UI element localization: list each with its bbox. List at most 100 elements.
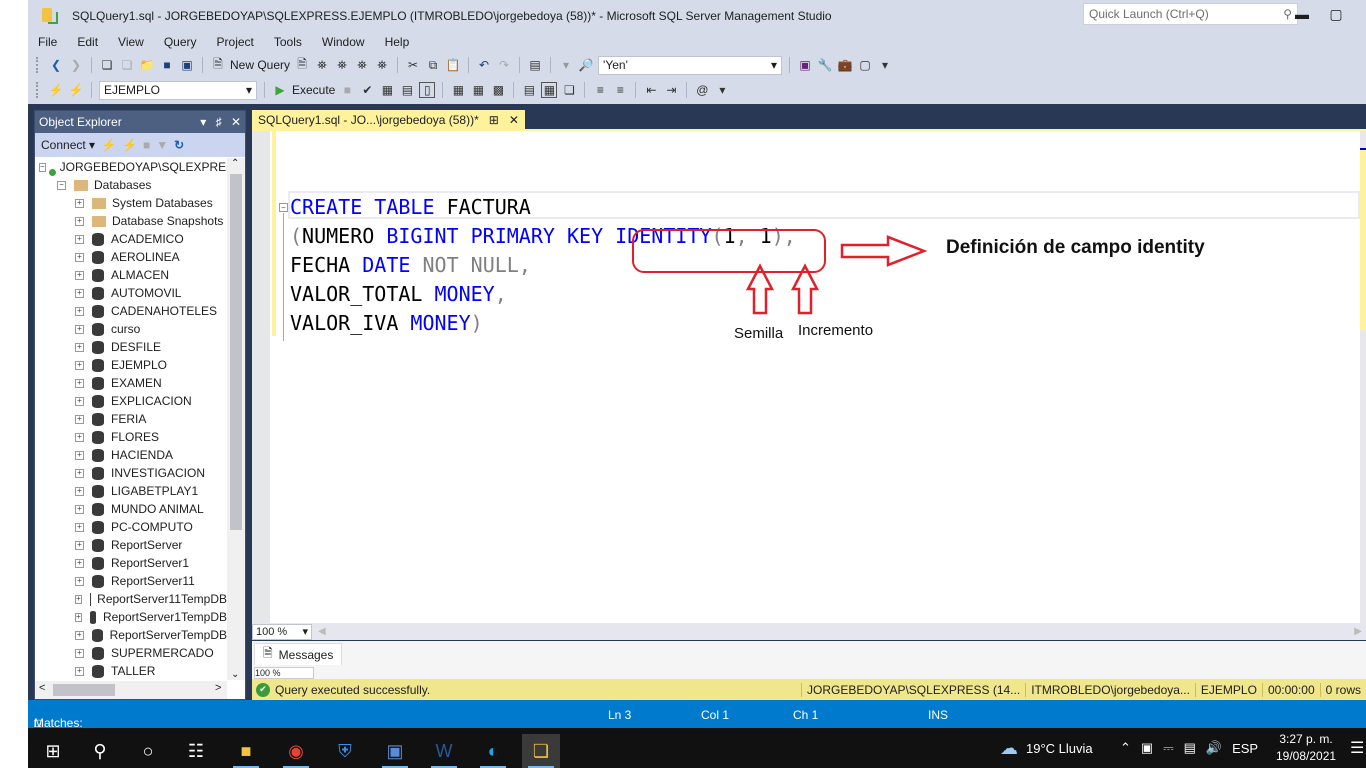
tree-node-database[interactable]: + HACIENDA (35, 446, 227, 464)
language-indicator[interactable]: ESP (1232, 741, 1258, 756)
menu-edit[interactable]: Edit (67, 35, 108, 49)
menu-project[interactable]: Project (207, 35, 264, 49)
tree-node-database[interactable]: + MUNDO ANIMAL (35, 500, 227, 518)
tab-sqlquery1[interactable]: SQLQuery1.sql - JO...\jorgebedoya (58))*… (252, 110, 525, 129)
tree-node-database[interactable]: + INVESTIGACION (35, 464, 227, 482)
tree-node-database[interactable]: + FERIA (35, 410, 227, 428)
expand-icon[interactable]: + (75, 648, 84, 658)
expand-icon[interactable]: + (75, 234, 84, 244)
stop-icon[interactable]: ■ (143, 138, 150, 152)
cortana-button[interactable]: ○ (129, 734, 167, 768)
search-button[interactable]: ⚲ (81, 734, 119, 768)
tree-node-database[interactable]: + TALLER (35, 662, 227, 680)
battery-icon[interactable]: ⎓ (1163, 740, 1173, 756)
expand-icon[interactable]: + (75, 342, 84, 352)
query-options-icon[interactable]: ▤ (399, 82, 415, 98)
sql-editor[interactable]: − CREATE TABLE FACTURA (NUMERO BIGINT PR… (252, 131, 1366, 623)
collapse-icon[interactable]: − (57, 180, 66, 190)
tree-node-databases[interactable]: − Databases (35, 176, 227, 194)
tree-node-database[interactable]: + FLORES (35, 428, 227, 446)
scroll-thumb[interactable] (230, 174, 242, 530)
properties-icon[interactable]: 🔧 (817, 57, 833, 73)
stop-icon[interactable]: ■ (339, 82, 355, 98)
pin-icon[interactable]: ♯ (216, 115, 222, 129)
mdx-query-icon[interactable]: ⛯ (314, 57, 330, 73)
tree-node-database[interactable]: + LIGABETPLAY1 (35, 482, 227, 500)
toolbar-options-icon[interactable]: ▾ (714, 82, 730, 98)
close-icon[interactable]: ✕ (231, 115, 241, 129)
menu-help[interactable]: Help (375, 35, 420, 49)
expand-icon[interactable]: + (75, 432, 84, 442)
expand-icon[interactable]: + (75, 630, 84, 640)
minimize-button[interactable]: ▬ (1292, 6, 1312, 22)
results-zoom-select[interactable]: 100 % (254, 667, 314, 679)
tree-node-database[interactable]: + CADENAHOTELES (35, 302, 227, 320)
dax-query-icon[interactable]: ⛯ (374, 57, 390, 73)
tree-node-database[interactable]: + curso (35, 320, 227, 338)
dropdown-icon[interactable]: ▾ (558, 57, 574, 73)
expand-icon[interactable]: + (75, 306, 84, 316)
tree-node-database[interactable]: + AEROLINEA (35, 248, 227, 266)
expand-icon[interactable]: + (75, 216, 84, 226)
expand-icon[interactable]: + (75, 324, 84, 334)
volume-icon[interactable]: 🔊 (1206, 740, 1222, 756)
panel-menu-icon[interactable]: ▾ (200, 115, 206, 129)
show-hidden-icons[interactable]: ⌃ (1120, 740, 1131, 756)
collapse-icon[interactable]: − (39, 162, 46, 172)
expand-icon[interactable]: + (75, 252, 84, 262)
uncomment-icon[interactable]: ≡ (612, 82, 628, 98)
expand-icon[interactable]: + (75, 288, 84, 298)
tree-horizontal-scrollbar[interactable]: < > (35, 681, 227, 699)
tree-vertical-scrollbar[interactable]: ⌃ ⌄ (227, 158, 245, 680)
toolbar-options-icon[interactable]: ▾ (877, 57, 893, 73)
zoom-select[interactable]: 100 % ▾ (252, 623, 312, 640)
database-engine-query-icon[interactable]: 🗎 (294, 57, 310, 73)
tab-messages[interactable]: 🗎 Messages (254, 643, 343, 665)
notifications-icon[interactable]: ☰ (1350, 728, 1364, 768)
find-combo[interactable]: 'Yen' ▾ (598, 55, 783, 75)
live-stats-icon[interactable]: ▦ (470, 82, 486, 98)
estimated-plan-icon[interactable]: ▦ (379, 82, 395, 98)
expand-icon[interactable]: + (75, 378, 84, 388)
expand-icon[interactable]: + (75, 666, 84, 676)
expand-icon[interactable]: + (75, 360, 84, 370)
edge-icon[interactable]: ◐ (474, 734, 512, 768)
network-icon[interactable]: ▤ (1184, 740, 1196, 756)
parse-icon[interactable]: ✔ (359, 82, 375, 98)
tree-node-database[interactable]: + ALMACEN (35, 266, 227, 284)
execute-button[interactable]: Execute (292, 83, 335, 97)
update-icon[interactable]: ▣ (1141, 740, 1153, 756)
expand-icon[interactable]: + (75, 522, 84, 532)
tree-node-database[interactable]: + PC-COMPUTO (35, 518, 227, 536)
change-connection-icon[interactable]: ⚡ (68, 82, 84, 98)
expand-icon[interactable]: + (75, 270, 84, 280)
expand-icon[interactable]: + (75, 468, 84, 478)
expand-icon[interactable]: + (75, 486, 84, 496)
task-view-button[interactable]: ☷ (177, 734, 215, 768)
menu-view[interactable]: View (108, 35, 154, 49)
comment-icon[interactable]: ≡ (592, 82, 608, 98)
tree-node-database[interactable]: + ReportServerTempDB (35, 626, 227, 644)
menu-file[interactable]: File (28, 35, 67, 49)
paste-icon[interactable]: 📋 (445, 57, 461, 73)
results-to-grid-icon[interactable]: ▦ (541, 82, 558, 98)
security-icon[interactable]: ⛨ (326, 734, 364, 768)
command-window-icon[interactable]: ▢ (857, 57, 873, 73)
results-to-text-icon[interactable]: ▤ (521, 82, 537, 98)
tree-node-database[interactable]: + ReportServer1TempDB (35, 608, 227, 626)
expand-icon[interactable]: + (75, 576, 84, 586)
expand-icon[interactable]: + (75, 558, 84, 568)
tree-node-database[interactable]: + EJEMPLO (35, 356, 227, 374)
filter-icon[interactable]: ▼ (156, 138, 168, 152)
scroll-right-icon[interactable]: ▶ (1354, 626, 1362, 637)
add-item-icon[interactable]: ❏ (119, 57, 135, 73)
scroll-down-icon[interactable]: ⌄ (231, 669, 239, 680)
scroll-left-icon[interactable]: < (39, 682, 45, 694)
refresh-icon[interactable]: ↻ (174, 138, 184, 152)
scroll-right-icon[interactable]: > (215, 682, 221, 694)
connect-icon[interactable]: ⚡ (48, 82, 64, 98)
database-combo[interactable]: EJEMPLO ▾ (99, 80, 257, 100)
chrome-icon[interactable]: ◉ (277, 734, 315, 768)
tree-node-database[interactable]: + DESFILE (35, 338, 227, 356)
toolbar-grip[interactable] (36, 57, 40, 73)
